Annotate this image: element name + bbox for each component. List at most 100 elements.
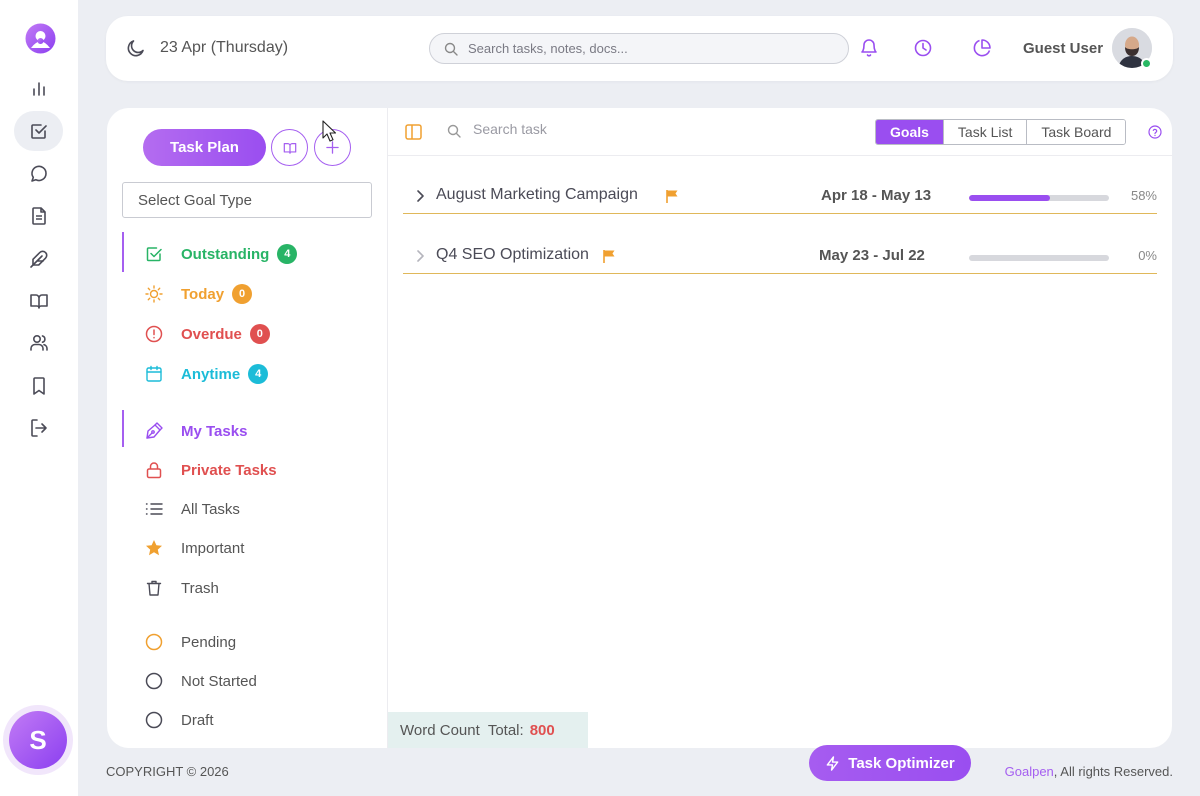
bell-icon[interactable] [859, 38, 879, 58]
goal-name: Q4 SEO Optimization [436, 246, 589, 263]
state-not-started[interactable]: Not Started [145, 669, 257, 693]
current-date: 23 Apr (Thursday) [160, 39, 289, 56]
rail-documents[interactable] [14, 196, 63, 236]
pie-chart-icon[interactable] [972, 38, 992, 58]
sun-icon [145, 285, 163, 303]
rail-notes[interactable] [14, 239, 63, 279]
circle-icon [145, 711, 163, 729]
clock-icon[interactable] [913, 38, 933, 58]
sidebar-item-important[interactable]: Important [145, 536, 244, 560]
global-search-input[interactable] [468, 41, 828, 56]
goal-progress-bar [969, 255, 1109, 261]
status-outstanding[interactable]: Outstanding 4 [145, 242, 298, 266]
moon-icon[interactable] [126, 38, 146, 58]
goal-type-select[interactable]: Select Goal Type [122, 182, 372, 218]
mouse-cursor-icon [322, 120, 336, 142]
circle-icon [145, 672, 163, 690]
active-item-indicator [122, 410, 124, 447]
assistant-button[interactable]: S [9, 711, 67, 769]
rights-text: , All rights Reserved. [1053, 764, 1173, 779]
star-icon [146, 540, 162, 556]
content-toolbar: Goals Task List Task Board [388, 108, 1172, 156]
tab-task-board[interactable]: Task Board [1027, 120, 1126, 144]
state-label: Pending [181, 633, 237, 651]
tab-goals[interactable]: Goals [876, 120, 944, 144]
plus-icon [326, 141, 339, 154]
view-tabs: Goals Task List Task Board [875, 119, 1127, 145]
count-badge: 0 [249, 324, 270, 344]
sidebar-item-trash[interactable]: Trash [145, 576, 219, 600]
rail-chat[interactable] [14, 154, 63, 194]
alert-icon [145, 325, 163, 343]
task-plan-button[interactable]: Task Plan [143, 129, 266, 166]
trash-icon [146, 580, 162, 596]
state-label: Draft [181, 711, 214, 729]
chevron-right-icon[interactable] [413, 249, 427, 263]
word-count-label: Word Count Total: [400, 721, 524, 739]
goal-progress-fill [969, 195, 1051, 201]
word-count-value: 800 [529, 721, 555, 739]
sidebar-toggle-icon[interactable] [405, 124, 422, 140]
sidebar-item-my-tasks[interactable]: My Tasks [145, 419, 247, 443]
task-search-input[interactable] [473, 121, 673, 137]
status-overdue[interactable]: Overdue 0 [145, 322, 270, 346]
status-label: Anytime [181, 365, 241, 383]
bar-chart-icon [32, 82, 45, 96]
status-label: Today [181, 285, 225, 303]
state-draft[interactable]: Draft [145, 708, 214, 732]
circle-icon [145, 633, 163, 651]
feather-icon [29, 250, 47, 268]
footer-brand-link[interactable]: Goalpen [1005, 764, 1054, 779]
main-panel: Task Plan Select Goal Type Outstanding 4… [107, 108, 1172, 748]
logout-icon [30, 419, 47, 437]
document-icon [31, 207, 46, 225]
lightning-icon [826, 755, 839, 771]
flag-icon [603, 250, 615, 263]
goal-row[interactable]: August Marketing Campaign Apr 18 - May 1… [403, 182, 1157, 214]
rail-dashboard[interactable] [14, 69, 63, 109]
sidebar-item-private-tasks[interactable]: Private Tasks [145, 458, 277, 482]
help-icon[interactable] [1148, 125, 1162, 139]
goal-name: August Marketing Campaign [436, 186, 638, 203]
count-badge: 4 [277, 244, 298, 264]
state-pending[interactable]: Pending [145, 630, 236, 654]
tab-task-list[interactable]: Task List [943, 120, 1028, 144]
chat-bubble-icon [30, 165, 47, 182]
app-logo-icon[interactable] [25, 23, 56, 54]
search-icon [444, 42, 458, 56]
state-label: Not Started [181, 672, 257, 690]
global-search[interactable] [429, 33, 849, 64]
search-icon [447, 124, 461, 138]
rail-team[interactable] [14, 323, 63, 363]
open-book-icon [283, 142, 296, 154]
list-icon [145, 503, 163, 515]
count-badge: 0 [232, 284, 253, 304]
sidebar-item-label: My Tasks [181, 422, 248, 440]
pen-icon [146, 422, 163, 439]
goal-date-range: Apr 18 - May 13 [821, 187, 932, 204]
goal-progress-percent: 58% [1130, 188, 1157, 203]
rail-logout[interactable] [14, 408, 63, 448]
status-today[interactable]: Today 0 [145, 282, 253, 306]
active-group-indicator [122, 232, 124, 272]
users-icon [29, 334, 48, 351]
flag-icon [666, 190, 678, 203]
footer-rights: Goalpen, All rights Reserved. [1005, 764, 1173, 779]
sidebar-item-all-tasks[interactable]: All Tasks [145, 497, 240, 521]
checkbox-icon [146, 247, 162, 262]
goal-progress-bar [969, 195, 1109, 201]
sidebar-item-label: Private Tasks [181, 461, 277, 479]
online-status-dot [1141, 58, 1152, 69]
chevron-right-icon[interactable] [413, 189, 427, 203]
rail-bookmarks[interactable] [14, 366, 63, 406]
checkbox-icon [30, 124, 47, 139]
task-optimizer-label: Task Optimizer [848, 754, 955, 772]
goal-date-range: May 23 - Jul 22 [819, 247, 925, 264]
task-optimizer-button[interactable]: Task Optimizer [809, 745, 971, 781]
rail-library[interactable] [14, 281, 63, 321]
open-book-icon [29, 294, 48, 309]
rail-tasks[interactable] [14, 111, 63, 151]
book-button[interactable] [271, 129, 308, 166]
status-anytime[interactable]: Anytime 4 [145, 362, 269, 386]
goal-row[interactable]: Q4 SEO Optimization May 23 - Jul 22 0% [403, 242, 1157, 274]
